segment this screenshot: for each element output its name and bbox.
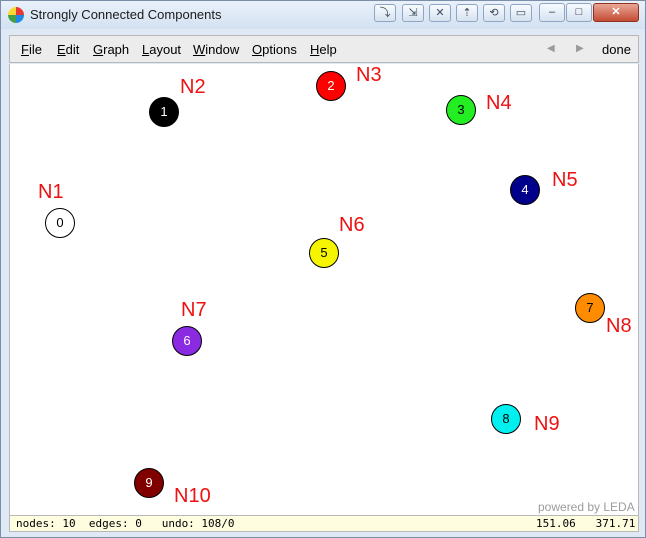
menu-bar: File Edit Graph Layout Window Options He… <box>9 35 639 63</box>
status-counts: nodes: 10 edges: 0 undo: 108/0 <box>16 517 235 530</box>
graph-node[interactable]: 2 <box>316 71 346 101</box>
node-label: N4 <box>486 92 512 114</box>
done-button[interactable]: done <box>602 42 631 57</box>
title-tool-button-5[interactable]: ⟲ <box>483 4 505 22</box>
status-bar: nodes: 10 edges: 0 undo: 108/0 151.06 37… <box>9 515 639 532</box>
graph-node[interactable]: 7 <box>575 293 605 323</box>
title-tool-button-1[interactable]: ⤵ <box>374 4 396 22</box>
app-logo-icon <box>8 7 24 23</box>
node-label: N6 <box>339 214 365 236</box>
minimize-button[interactable]: – <box>539 3 565 22</box>
menu-window[interactable]: Window <box>193 42 239 57</box>
menu-file[interactable]: File <box>21 42 42 57</box>
title-tool-button-4[interactable]: ⇡ <box>456 4 478 22</box>
close-button[interactable]: ✕ <box>593 3 639 22</box>
node-label: N8 <box>606 315 632 337</box>
menu-options[interactable]: Options <box>252 42 297 57</box>
window-title: Strongly Connected Components <box>30 7 222 22</box>
title-tool-button-2[interactable]: ⇲ <box>402 4 424 22</box>
previous-arrow-icon[interactable]: ◀ <box>547 43 555 54</box>
maximize-button[interactable]: □ <box>566 3 592 22</box>
node-label: N5 <box>552 169 578 191</box>
node-label: N9 <box>534 413 560 435</box>
title-tool-button-3[interactable]: ✕ <box>429 4 451 22</box>
title-bar: Strongly Connected Components ⤵ ⇲ ✕ ⇡ ⟲ … <box>1 1 645 29</box>
next-arrow-icon[interactable]: ▶ <box>576 43 584 54</box>
graph-canvas[interactable]: 0 N1 1 N2 2 N3 3 N4 4 N5 5 N6 6 N7 7 N8 … <box>9 64 639 515</box>
graph-node[interactable]: 5 <box>309 238 339 268</box>
status-coordinates: 151.06 371.71 <box>536 517 635 530</box>
node-label: N3 <box>356 64 382 86</box>
node-label: N2 <box>180 76 206 98</box>
graph-node[interactable]: 4 <box>510 175 540 205</box>
menu-layout[interactable]: Layout <box>142 42 181 57</box>
menu-help[interactable]: Help <box>310 42 337 57</box>
graph-node[interactable]: 9 <box>134 468 164 498</box>
graph-node[interactable]: 1 <box>149 97 179 127</box>
node-label: N1 <box>38 181 64 203</box>
title-tool-button-6[interactable]: ▭ <box>510 4 532 22</box>
coord-y: 371.71 <box>595 517 636 530</box>
graph-node[interactable]: 0 <box>45 208 75 238</box>
menu-graph[interactable]: Graph <box>93 42 129 57</box>
node-label: N10 <box>174 485 211 507</box>
node-label: N7 <box>181 299 207 321</box>
graph-node[interactable]: 3 <box>446 95 476 125</box>
powered-by-text: powered by LEDA <box>538 500 635 514</box>
app-window: Strongly Connected Components ⤵ ⇲ ✕ ⇡ ⟲ … <box>0 0 646 538</box>
graph-node[interactable]: 8 <box>491 404 521 434</box>
graph-node[interactable]: 6 <box>172 326 202 356</box>
coord-x: 151.06 <box>536 517 576 530</box>
menu-edit[interactable]: Edit <box>57 42 79 57</box>
